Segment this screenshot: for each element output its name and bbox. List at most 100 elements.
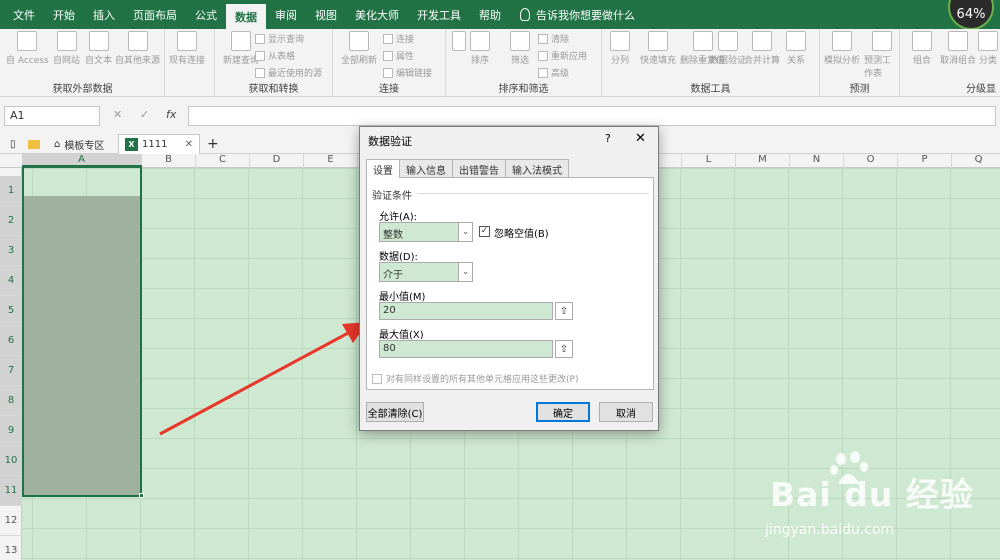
group-button[interactable]: 组合: [912, 31, 932, 66]
menu-tab-beautify[interactable]: 美化大师: [346, 0, 408, 29]
name-box[interactable]: A1: [4, 106, 100, 126]
menu-tab-formulas[interactable]: 公式: [186, 0, 226, 29]
row-header-2[interactable]: 2: [0, 206, 22, 236]
enter-icon[interactable]: ✓: [140, 108, 149, 121]
tab-error-alert[interactable]: 出错警告: [452, 159, 506, 177]
from-web-button[interactable]: 自网站: [53, 31, 80, 66]
help-button[interactable]: ?: [605, 132, 611, 145]
folder-icon[interactable]: [22, 134, 46, 154]
row-header-11[interactable]: 11: [0, 476, 22, 506]
range-select-icon[interactable]: ⇧: [555, 340, 573, 358]
row-header-8[interactable]: 8: [0, 386, 22, 416]
menu-tab-developer[interactable]: 开发工具: [408, 0, 470, 29]
data-operator-dropdown[interactable]: 介于 ⌄: [379, 262, 473, 282]
relationships-button[interactable]: 关系: [786, 31, 806, 66]
sort-button[interactable]: 排序: [470, 31, 490, 66]
menu-tab-file[interactable]: 文件: [0, 0, 44, 29]
row-header-3[interactable]: 3: [0, 236, 22, 266]
what-if-button[interactable]: 模拟分析: [824, 31, 860, 66]
menu-tab-review[interactable]: 审阅: [266, 0, 306, 29]
row-header-1[interactable]: 1: [0, 176, 22, 206]
flash-fill-button[interactable]: 快速填充: [640, 31, 676, 66]
tab-settings[interactable]: 设置: [366, 159, 400, 178]
data-validation-button[interactable]: 数据验证: [710, 31, 746, 66]
row-header-10[interactable]: 10: [0, 446, 22, 476]
column-header-d[interactable]: D: [250, 154, 304, 168]
formula-input[interactable]: [188, 106, 996, 126]
clear-all-button[interactable]: 全部清除(C): [366, 402, 424, 422]
from-table-button[interactable]: 从表格: [255, 49, 295, 62]
text-to-columns-button[interactable]: 分列: [610, 31, 630, 66]
ignore-blank-checkbox[interactable]: ✓: [479, 226, 490, 237]
close-icon[interactable]: ✕: [635, 131, 646, 146]
fill-handle[interactable]: [139, 493, 144, 498]
split-icon: [610, 31, 630, 51]
row-header-7[interactable]: 7: [0, 356, 22, 386]
allow-dropdown[interactable]: 整数 ⌄: [379, 222, 473, 242]
column-header-m[interactable]: M: [736, 154, 790, 168]
row-header-13[interactable]: 13: [0, 536, 22, 560]
row-header-12[interactable]: 12: [0, 506, 22, 536]
new-file-icon[interactable]: ▯: [4, 134, 22, 154]
tab-workbook[interactable]: X 1111 ✕: [118, 134, 200, 154]
tab-ime-mode[interactable]: 输入法模式: [505, 159, 569, 177]
new-query-button[interactable]: 新建查询: [223, 31, 259, 66]
column-header-c[interactable]: C: [196, 154, 250, 168]
tab-input-message[interactable]: 输入信息: [399, 159, 453, 177]
menu-tab-page-layout[interactable]: 页面布局: [124, 0, 186, 29]
from-text-button[interactable]: 自文本: [85, 31, 112, 66]
sort-az-button[interactable]: [452, 31, 466, 53]
range-select-icon[interactable]: ⇧: [555, 302, 573, 320]
menu-tab-insert[interactable]: 插入: [84, 0, 124, 29]
column-header-b[interactable]: B: [142, 154, 196, 168]
connections-button[interactable]: 连接: [383, 32, 414, 45]
column-header-o[interactable]: O: [844, 154, 898, 168]
clear-button[interactable]: 清除: [538, 32, 569, 45]
show-queries-button[interactable]: 显示查询: [255, 32, 304, 45]
column-header-p[interactable]: P: [898, 154, 952, 168]
cancel-button[interactable]: 取消: [599, 402, 653, 422]
group-label-external: 获取外部数据: [52, 84, 113, 95]
row-header-5[interactable]: 5: [0, 296, 22, 326]
apply-to-all-option[interactable]: 对有同样设置的所有其他单元格应用这些更改(P): [372, 372, 578, 385]
minimum-label: 最小值(M): [379, 292, 426, 303]
add-tab-button[interactable]: +: [201, 134, 225, 154]
menu-tab-home[interactable]: 开始: [44, 0, 84, 29]
row-header-4[interactable]: 4: [0, 266, 22, 296]
forecast-sheet-button[interactable]: 预测工作表: [864, 31, 899, 79]
cancel-icon[interactable]: ✕: [113, 108, 122, 121]
subtotal-button[interactable]: 分类: [978, 31, 998, 66]
consolidate-button[interactable]: 合并计算: [744, 31, 780, 66]
filter-button[interactable]: 筛选: [510, 31, 530, 66]
data-operator-value: 介于: [383, 270, 403, 281]
advanced-button[interactable]: 高级: [538, 66, 569, 79]
properties-button[interactable]: 属性: [383, 49, 414, 62]
edit-links-button[interactable]: 编辑链接: [383, 66, 432, 79]
recent-sources-button[interactable]: 最近使用的源: [255, 66, 322, 79]
apply-all-checkbox[interactable]: [372, 373, 382, 384]
menu-tab-data[interactable]: 数据: [226, 4, 266, 29]
column-header-n[interactable]: N: [790, 154, 844, 168]
column-header-l[interactable]: L: [682, 154, 736, 168]
column-header-q[interactable]: Q: [952, 154, 1000, 168]
flash-fill-icon: [648, 31, 668, 51]
reapply-button[interactable]: 重新应用: [538, 49, 587, 62]
from-other-sources-button[interactable]: 自其他来源: [115, 31, 160, 66]
close-tab-icon[interactable]: ✕: [185, 139, 193, 150]
maximum-input[interactable]: 80: [379, 340, 553, 358]
function-icon[interactable]: fx: [166, 108, 176, 121]
from-access-button[interactable]: 自 Access: [6, 31, 49, 66]
excel-file-icon: X: [125, 138, 138, 151]
ok-button[interactable]: 确定: [536, 402, 590, 422]
column-header-e[interactable]: E: [304, 154, 358, 168]
refresh-all-button[interactable]: 全部刷新: [341, 31, 377, 66]
existing-connections-button[interactable]: 现有连接: [169, 31, 205, 66]
tab-templates[interactable]: ⌂ 模板专区: [48, 134, 110, 154]
row-header-6[interactable]: 6: [0, 326, 22, 356]
menu-tab-help[interactable]: 帮助: [470, 0, 510, 29]
minimum-input[interactable]: 20: [379, 302, 553, 320]
row-header-9[interactable]: 9: [0, 416, 22, 446]
menu-tab-view[interactable]: 视图: [306, 0, 346, 29]
ungroup-button[interactable]: 取消组合: [940, 31, 976, 66]
tell-me-box[interactable]: 告诉我你想要做什么: [510, 0, 635, 29]
